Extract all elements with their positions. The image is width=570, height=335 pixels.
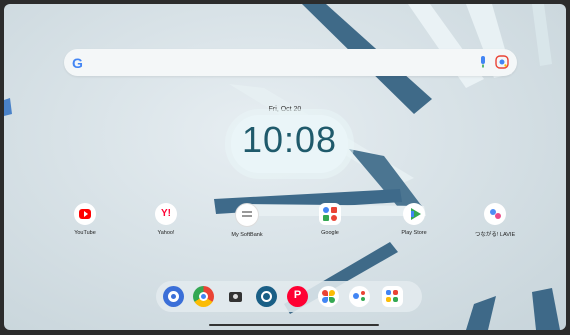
app-label: My SoftBank: [231, 232, 263, 238]
chrome-icon[interactable]: [193, 286, 214, 307]
app-folder-google[interactable]: Google: [290, 203, 370, 236]
app-grid-icon[interactable]: [382, 286, 403, 307]
camera-icon[interactable]: [225, 286, 246, 307]
youtube-icon: [74, 203, 96, 225]
gear-icon[interactable]: [256, 286, 277, 307]
app-my-softbank[interactable]: My SoftBank: [207, 203, 287, 238]
app-label: つながる! LAVIE: [474, 232, 516, 238]
assistant-icon[interactable]: [349, 286, 370, 307]
photos-icon[interactable]: [318, 286, 339, 307]
softbank-icon: [235, 203, 259, 227]
app-lavie[interactable]: つながる! LAVIE: [455, 203, 535, 238]
google-search-bar[interactable]: G: [64, 49, 517, 76]
dock: P: [156, 281, 422, 312]
yahoo-icon: Y!: [155, 203, 177, 225]
clock-time: 10:08: [241, 119, 338, 160]
app-play-store[interactable]: Play Store: [374, 203, 454, 236]
app-label: Yahoo!: [157, 230, 175, 236]
app-label: Google: [321, 230, 339, 236]
google-lens-icon[interactable]: [495, 55, 509, 69]
app-yahoo[interactable]: Y! Yahoo!: [126, 203, 206, 236]
face-chat-icon[interactable]: [163, 286, 184, 307]
date-text: Fri, Oct 20: [268, 106, 302, 113]
gesture-navigation-bar[interactable]: [209, 324, 379, 326]
paypay-icon[interactable]: P: [287, 286, 308, 307]
play-store-icon: [403, 203, 425, 225]
lavie-icon: [484, 203, 506, 225]
home-screen: G Fri, Oct 20 10:08 YouTube Y! Yahoo! My…: [4, 4, 566, 330]
microphone-icon[interactable]: [477, 55, 489, 69]
google-folder-icon: [319, 203, 341, 225]
app-label: YouTube: [74, 230, 96, 236]
app-label: Play Store: [401, 230, 427, 236]
device-frame: G Fri, Oct 20 10:08 YouTube Y! Yahoo! My…: [0, 0, 570, 335]
google-g-icon: G: [72, 55, 83, 71]
app-youtube[interactable]: YouTube: [45, 203, 125, 236]
